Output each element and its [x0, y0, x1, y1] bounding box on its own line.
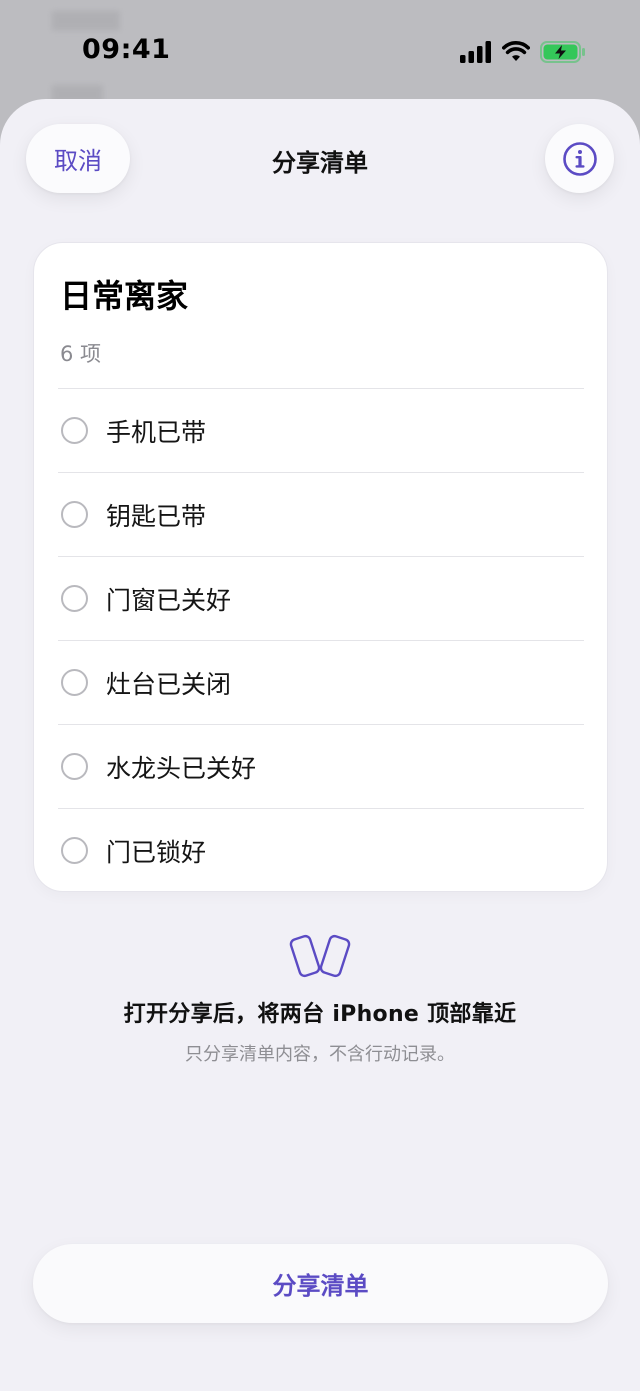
battery-charging-icon: [540, 41, 585, 63]
share-hint: 打开分享后，将两台 iPhone 顶部靠近 只分享清单内容，不含行动记录。: [0, 934, 640, 1066]
unchecked-circle-icon[interactable]: [61, 417, 88, 444]
list-item-label: 门已锁好: [106, 837, 207, 867]
hint-sub-text: 只分享清单内容，不含行动记录。: [185, 1044, 455, 1065]
list-item-label: 门窗已关好: [106, 585, 232, 615]
sheet-title: 分享清单: [272, 149, 368, 177]
checklist-card: 日常离家 6 项 手机已带 钥匙已带 门窗已关好 灶台已关闭 水龙头已关好 门已…: [33, 242, 608, 892]
unchecked-circle-icon[interactable]: [61, 585, 88, 612]
share-sheet: 取消 分享清单 日常离家 6 项 手机已带 钥匙已带 门窗已关好 灶台已关闭 水…: [0, 99, 640, 1391]
status-time: 09:41: [82, 34, 171, 65]
list-item-label: 手机已带: [106, 417, 207, 447]
info-button[interactable]: [545, 124, 614, 193]
checklist-count: 6 项: [60, 342, 102, 366]
list-item-label: 灶台已关闭: [106, 669, 232, 699]
status-icons: [460, 38, 586, 66]
list-item[interactable]: 门窗已关好: [58, 556, 584, 640]
checklist-items: 手机已带 钥匙已带 门窗已关好 灶台已关闭 水龙头已关好 门已锁好: [58, 388, 584, 892]
unchecked-circle-icon[interactable]: [61, 753, 88, 780]
info-icon: [562, 141, 597, 176]
list-item[interactable]: 钥匙已带: [58, 472, 584, 556]
status-bar: 09:41: [0, 0, 640, 100]
list-item[interactable]: 灶台已关闭: [58, 640, 584, 724]
share-list-label: 分享清单: [272, 1272, 369, 1300]
list-item[interactable]: 手机已带: [58, 388, 584, 472]
checklist-title: 日常离家: [60, 277, 189, 315]
unchecked-circle-icon[interactable]: [61, 501, 88, 528]
phones-nearby-icon: [289, 934, 351, 978]
list-item-label: 水龙头已关好: [106, 753, 257, 783]
share-list-button[interactable]: 分享清单: [33, 1244, 608, 1323]
list-item[interactable]: 水龙头已关好: [58, 724, 584, 808]
hint-main-text: 打开分享后，将两台 iPhone 顶部靠近: [123, 1002, 517, 1027]
unchecked-circle-icon[interactable]: [61, 669, 88, 696]
signal-icon: [460, 41, 491, 63]
unchecked-circle-icon[interactable]: [61, 837, 88, 864]
list-item-label: 钥匙已带: [106, 501, 207, 531]
list-item[interactable]: 门已锁好: [58, 808, 584, 892]
wifi-icon: [502, 41, 530, 61]
